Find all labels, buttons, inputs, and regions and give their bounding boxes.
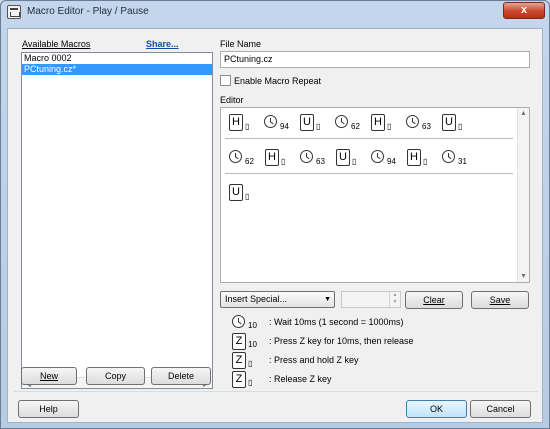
event-sub: 62	[245, 157, 254, 166]
list-item-selected[interactable]: PCtuning.cz*	[22, 64, 212, 75]
delete-macro-button[interactable]: Delete	[151, 367, 211, 385]
clock-icon	[264, 115, 277, 128]
clock-icon	[232, 315, 245, 328]
event-sub: ▯	[281, 157, 286, 166]
row-divider	[225, 173, 513, 174]
key-h-icon: H	[371, 114, 385, 131]
legend-text: : Press and hold Z key	[269, 355, 359, 365]
legend-text: : Wait 10ms (1 second = 1000ms)	[269, 317, 404, 327]
key-h-icon: H	[407, 149, 421, 166]
event-sub: 94	[280, 122, 289, 131]
editor-label: Editor	[220, 95, 244, 105]
legend-sub: ▯	[248, 359, 253, 368]
event-sub: 94	[387, 157, 396, 166]
clock-icon	[406, 115, 419, 128]
share-link[interactable]: Share...	[146, 39, 179, 49]
help-button[interactable]: Help	[18, 400, 79, 418]
list-item[interactable]: Macro 0002	[22, 53, 212, 64]
clock-icon	[300, 150, 313, 163]
macro-list[interactable]: Macro 0002 PCtuning.cz* ◀ ▶	[21, 52, 213, 389]
chevron-down-icon: ▼	[324, 296, 331, 303]
event-sub: 62	[351, 122, 360, 131]
legend-text: : Press Z key for 10ms, then release	[269, 336, 414, 346]
key-z-icon: Z	[232, 333, 246, 350]
title-bar: Macro Editor - Play / Pause x	[1, 1, 549, 23]
legend-sub: ▯	[248, 378, 253, 387]
clock-icon	[371, 150, 384, 163]
spinner-arrows-icon: ▲ ▼	[389, 292, 400, 307]
clock-icon	[335, 115, 348, 128]
event-sub: 63	[422, 122, 431, 131]
row-divider	[225, 138, 513, 139]
enable-repeat-label: Enable Macro Repeat	[234, 76, 322, 86]
window-title: Macro Editor - Play / Pause	[27, 6, 149, 17]
ok-button[interactable]: OK	[406, 400, 467, 418]
key-h-icon: H	[229, 114, 243, 131]
clear-button[interactable]: Clear	[405, 291, 463, 309]
file-name-label: File Name	[220, 39, 262, 49]
legend-sub: 10	[248, 340, 257, 349]
copy-macro-button[interactable]: Copy	[86, 367, 145, 385]
vertical-scrollbar[interactable]: ▲ ▼	[517, 108, 529, 282]
file-name-field[interactable]: PCtuning.cz	[220, 51, 530, 68]
key-z-icon: Z	[232, 371, 246, 388]
event-sub: ▯	[352, 157, 357, 166]
key-z-icon: Z	[232, 352, 246, 369]
enable-repeat-checkbox[interactable]	[220, 75, 231, 86]
event-sub: ▯	[387, 122, 392, 131]
key-u-icon: U	[300, 114, 314, 131]
macro-editor-area[interactable]: H ▯ 94 U ▯ 62 H ▯ 63 U ▯ 62 H ▯ 63 U ▯ 94 H ▯ 31 U ▯ ▲ ▼	[220, 107, 530, 283]
event-sub: ▯	[458, 122, 463, 131]
event-sub: 63	[316, 157, 325, 166]
duration-spinner: ▲ ▼	[341, 291, 401, 308]
event-sub: ▯	[423, 157, 428, 166]
key-h-icon: H	[265, 149, 279, 166]
app-icon	[7, 5, 21, 19]
key-u-icon: U	[442, 114, 456, 131]
legend-sub: 10	[248, 321, 257, 330]
scroll-down-icon[interactable]: ▼	[520, 273, 527, 280]
scroll-up-icon[interactable]: ▲	[520, 110, 527, 117]
macro-editor-window: Macro Editor - Play / Pause x Available …	[0, 0, 550, 429]
save-button[interactable]: Save	[471, 291, 529, 309]
cancel-button[interactable]: Cancel	[470, 400, 531, 418]
event-sub: ▯	[245, 192, 250, 201]
key-u-icon: U	[336, 149, 350, 166]
key-u-icon: U	[229, 184, 243, 201]
insert-special-dropdown[interactable]: Insert Special... ▼	[220, 291, 335, 308]
legend-text: : Release Z key	[269, 374, 332, 384]
available-macros-label: Available Macros	[22, 39, 91, 49]
clock-icon	[442, 150, 455, 163]
insert-special-value: Insert Special...	[225, 294, 288, 304]
new-macro-button[interactable]: New	[21, 367, 77, 385]
clock-icon	[229, 150, 242, 163]
dialog-body: Available Macros Share... Macro 0002 PCt…	[7, 28, 543, 423]
event-sub: 31	[458, 157, 467, 166]
event-sub: ▯	[245, 122, 250, 131]
event-sub: ▯	[316, 122, 321, 131]
footer-divider	[14, 391, 538, 392]
close-button[interactable]: x	[503, 2, 545, 19]
